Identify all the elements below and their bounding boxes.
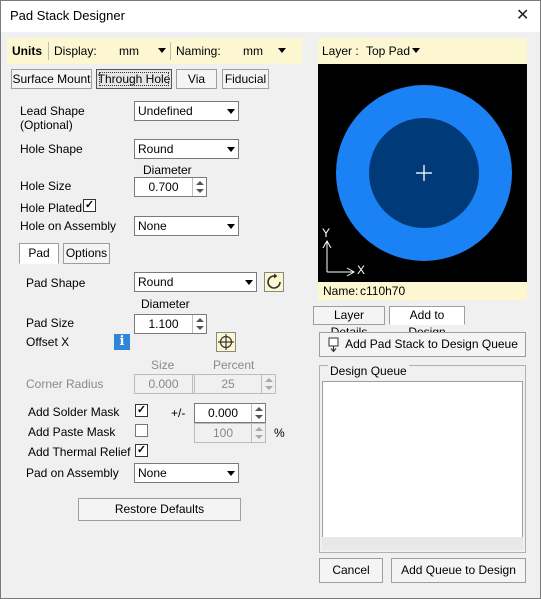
plus-minus-label: +/- <box>171 406 186 420</box>
solder-mask-checkbox[interactable]: ✓ <box>135 404 148 417</box>
rotate-button[interactable] <box>264 272 284 292</box>
window-title: Pad Stack Designer <box>10 8 125 23</box>
rotate-icon <box>267 273 281 289</box>
add-pad-stack-label: Add Pad Stack to Design Queue <box>345 337 518 351</box>
add-queue-to-design-button[interactable]: Add Queue to Design <box>391 558 526 583</box>
spin-buttons[interactable] <box>251 424 265 442</box>
tab-options[interactable]: Options <box>63 243 110 264</box>
chevron-down-icon <box>223 464 238 482</box>
spin-buttons[interactable] <box>192 178 206 196</box>
chevron-down-icon[interactable] <box>412 48 420 53</box>
hole-size-stepper[interactable]: 0.700 <box>134 177 207 197</box>
hole-on-assembly-select[interactable]: None <box>134 216 239 236</box>
hole-diameter-header: Diameter <box>143 163 192 177</box>
paste-mask-label: Add Paste Mask <box>28 425 116 439</box>
chevron-down-icon <box>241 273 256 291</box>
tab-through-hole[interactable]: Through Hole <box>96 69 172 89</box>
hole-plated-label: Hole Plated <box>20 201 83 215</box>
corner-percent-stepper[interactable]: 25 <box>194 374 276 394</box>
solder-mask-stepper[interactable]: 0.000 <box>194 403 266 423</box>
pad-size-label: Pad Size <box>26 316 75 330</box>
restore-defaults-button[interactable]: Restore Defaults <box>78 498 241 521</box>
name-value: c110h70 <box>360 284 406 298</box>
lead-shape-label: Lead Shape <box>20 104 85 118</box>
axis-y-label: Y <box>322 226 331 240</box>
hole-size-value: 0.700 <box>148 180 179 194</box>
units-label: Units <box>12 44 42 58</box>
cancel-button[interactable]: Cancel <box>319 558 383 583</box>
thermal-relief-label: Add Thermal Relief <box>28 445 131 459</box>
pad-preview <box>322 85 512 277</box>
separator <box>170 42 171 60</box>
hole-plated-checkbox[interactable]: ✓ <box>83 199 96 212</box>
close-icon[interactable]: ✕ <box>516 5 529 25</box>
pad-on-assembly-select[interactable]: None <box>134 463 239 483</box>
paste-mask-stepper[interactable]: 100 <box>194 423 266 443</box>
pad-shape-label: Pad Shape <box>26 276 86 290</box>
pad-size-value: 1.100 <box>148 317 179 331</box>
offset-button[interactable] <box>216 332 236 352</box>
chevron-down-icon[interactable] <box>278 48 286 53</box>
info-icon[interactable]: i <box>114 334 130 350</box>
hole-on-assembly-label: Hole on Assembly <box>20 219 117 233</box>
hole-shape-label: Hole Shape <box>20 142 83 156</box>
spin-buttons[interactable] <box>261 375 275 393</box>
pad-diameter-header: Diameter <box>141 297 190 311</box>
axis-x-label: X <box>357 263 366 277</box>
corner-percent-header: Percent <box>213 358 255 372</box>
queue-add-icon <box>328 337 339 353</box>
corner-percent-value: 25 <box>221 377 235 391</box>
corner-radius-label: Corner Radius <box>26 377 104 391</box>
crosshair-icon <box>218 334 234 350</box>
design-queue-title: Design Queue <box>328 364 409 378</box>
chevron-down-icon <box>223 140 238 158</box>
chevron-down-icon <box>223 102 238 120</box>
solder-mask-label: Add Solder Mask <box>28 405 120 419</box>
pad-shape-value: Round <box>138 275 174 289</box>
hole-size-label: Hole Size <box>20 179 72 193</box>
design-queue-list[interactable] <box>322 381 523 538</box>
pad-on-assembly-value: None <box>138 466 167 480</box>
tab-pad[interactable]: Pad <box>19 243 59 264</box>
tab-fiducial[interactable]: Fiducial <box>222 69 269 89</box>
tab-surface-mount[interactable]: Surface Mount <box>11 69 92 89</box>
tab-add-to-design[interactable]: Add to Design <box>389 306 465 339</box>
corner-size-header: Size <box>151 358 175 372</box>
pad-preview-canvas <box>318 64 527 282</box>
add-pad-stack-button[interactable]: Add Pad Stack to Design Queue <box>319 332 526 357</box>
display-label: Display: <box>54 44 97 58</box>
percent-sign: % <box>274 426 285 440</box>
display-units-dropdown[interactable]: mm <box>119 44 139 58</box>
chevron-down-icon <box>223 217 238 235</box>
paste-mask-checkbox[interactable] <box>135 424 148 437</box>
hole-on-assembly-value: None <box>138 219 167 233</box>
tab-layer-details[interactable]: Layer Details <box>313 306 385 339</box>
solder-mask-value: 0.000 <box>207 406 239 420</box>
hole-shape-value: Round <box>138 142 174 156</box>
naming-units-dropdown[interactable]: mm <box>243 44 263 58</box>
pad-on-assembly-label: Pad on Assembly <box>26 466 119 480</box>
spin-buttons[interactable] <box>192 315 206 333</box>
paste-mask-value: 100 <box>212 426 234 440</box>
offset-x-label: Offset X <box>26 335 70 349</box>
chevron-down-icon[interactable] <box>158 48 166 53</box>
layer-dropdown[interactable]: Top Pad <box>366 44 410 58</box>
corner-size-value: 0.000 <box>148 377 179 391</box>
naming-label: Naming: <box>176 44 221 58</box>
hole-shape-select[interactable]: Round <box>134 139 239 159</box>
pad-shape-select[interactable]: Round <box>134 272 257 292</box>
thermal-relief-checkbox[interactable]: ✓ <box>135 444 148 457</box>
name-label: Name: <box>323 284 359 298</box>
lead-shape-sublabel: (Optional) <box>20 118 73 132</box>
spin-buttons[interactable] <box>251 404 265 422</box>
separator <box>48 42 49 60</box>
tab-via[interactable]: Via <box>176 69 217 89</box>
pad-size-stepper[interactable]: 1.100 <box>134 314 207 334</box>
lead-shape-select[interactable]: Undefined <box>134 101 239 121</box>
layer-label: Layer : <box>322 44 359 58</box>
lead-shape-value: Undefined <box>138 104 193 118</box>
queue-scrollbar[interactable] <box>322 537 523 550</box>
